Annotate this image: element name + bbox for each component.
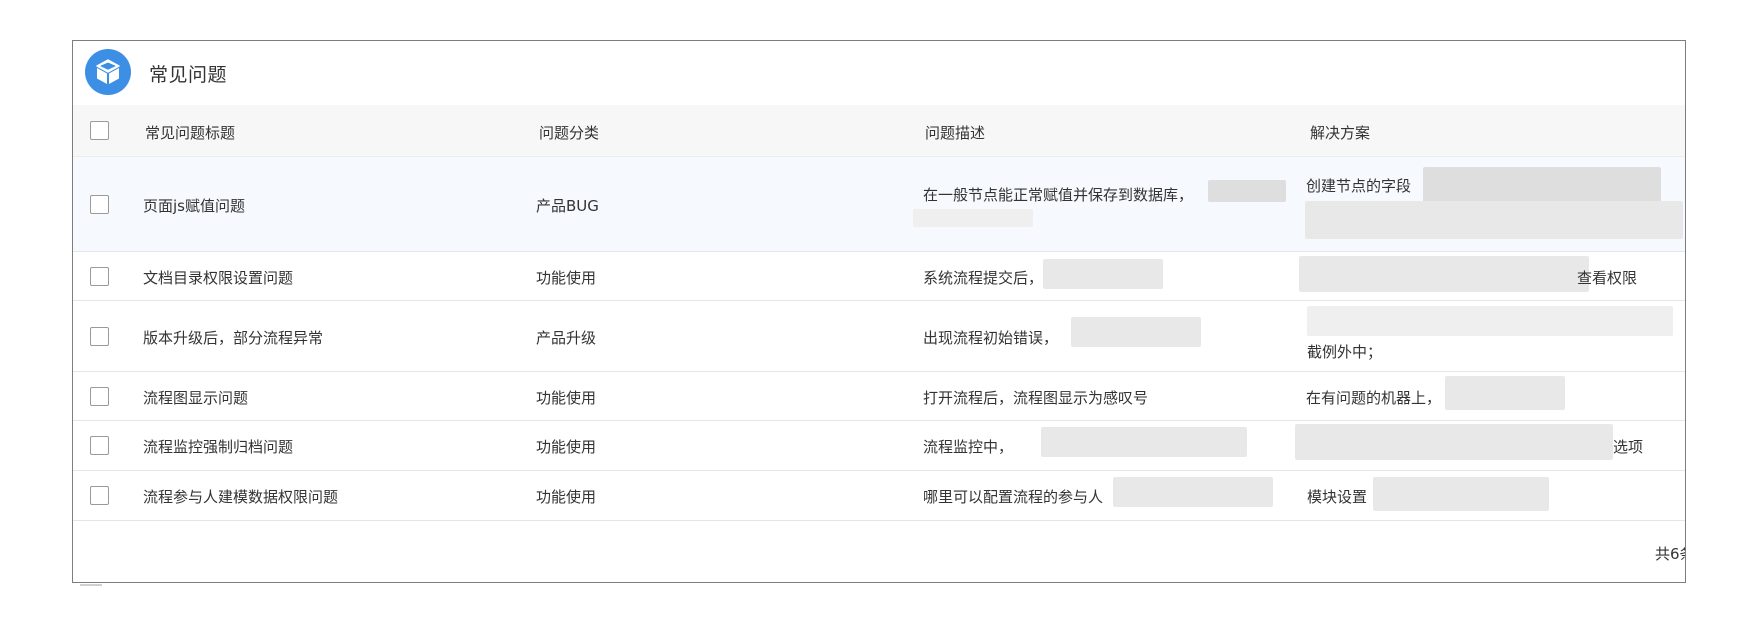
row-category: 功能使用 (536, 269, 597, 287)
table-row[interactable]: 流程参与人建模数据权限问题 功能使用 哪里可以配置流程的参与人 模块设置 (73, 471, 1685, 521)
row-title[interactable]: 页面js赋值问题 (143, 195, 245, 216)
table-footer (73, 523, 1685, 582)
redacted-text (1423, 167, 1661, 203)
row-checkbox[interactable] (90, 436, 109, 455)
table-header: 常见问题标题 问题分类 问题描述 解决方案 (73, 105, 1685, 157)
row-checkbox[interactable] (90, 195, 109, 214)
redacted-text (1071, 317, 1201, 347)
row-category: 产品BUG (536, 197, 599, 215)
total-count: 共6条 (1655, 545, 1685, 563)
row-checkbox[interactable] (90, 486, 109, 505)
page-title: 常见问题 (149, 64, 228, 86)
row-description: 出现流程初始错误， (923, 329, 1059, 347)
row-description: 打开流程后，流程图显示为感叹号 (923, 389, 1149, 407)
redacted-text (1208, 180, 1286, 202)
row-solution: 选项 (1613, 438, 1644, 456)
row-description: 在一般节点能正常赋值并保存到数据库， (923, 186, 1194, 204)
row-checkbox[interactable] (90, 267, 109, 286)
select-all-checkbox[interactable] (90, 121, 109, 140)
row-description: 流程监控中， (923, 438, 1014, 456)
row-category: 功能使用 (536, 438, 597, 456)
row-description: 哪里可以配置流程的参与人 (923, 488, 1104, 506)
redacted-text (1113, 477, 1273, 507)
column-header-category[interactable]: 问题分类 (539, 122, 599, 143)
column-header-description[interactable]: 问题描述 (925, 122, 985, 143)
faq-panel: 常见问题 常见问题标题 问题分类 问题描述 解决方案 页面js赋值问题 产品BU… (72, 40, 1686, 583)
table-row[interactable]: 页面js赋值问题 产品BUG 在一般节点能正常赋值并保存到数据库， 创建节点的字… (73, 157, 1685, 252)
row-solution: 查看权限 (1577, 269, 1638, 287)
row-solution: 截例外中； (1307, 343, 1383, 361)
row-title[interactable]: 流程监控强制归档问题 (143, 436, 293, 457)
redacted-text (1373, 477, 1549, 511)
table-row[interactable]: 流程图显示问题 功能使用 打开流程后，流程图显示为感叹号 在有问题的机器上， (73, 372, 1685, 421)
table-row[interactable]: 流程监控强制归档问题 功能使用 流程监控中， 选项 (73, 421, 1685, 471)
panel-header: 常见问题 (73, 41, 1685, 105)
redacted-text (1041, 427, 1247, 457)
row-title[interactable]: 流程图显示问题 (143, 387, 248, 408)
row-category: 产品升级 (536, 329, 597, 347)
row-category: 功能使用 (536, 389, 597, 407)
cube-icon (85, 49, 131, 95)
row-title[interactable]: 流程参与人建模数据权限问题 (143, 486, 338, 507)
redacted-text (1305, 201, 1683, 239)
column-header-solution[interactable]: 解决方案 (1310, 122, 1370, 143)
redacted-text (913, 209, 1033, 227)
row-checkbox[interactable] (90, 387, 109, 406)
row-title[interactable]: 版本升级后，部分流程异常 (143, 327, 323, 348)
redacted-text (1299, 256, 1589, 292)
table-row[interactable]: 文档目录权限设置问题 功能使用 系统流程提交后， 查看权限 (73, 252, 1685, 301)
redacted-text (1043, 259, 1163, 289)
row-title[interactable]: 文档目录权限设置问题 (143, 267, 293, 288)
redacted-text (1295, 424, 1613, 460)
column-header-title[interactable]: 常见问题标题 (145, 122, 235, 143)
row-solution: 创建节点的字段 (1306, 177, 1412, 195)
divider (80, 584, 102, 586)
row-solution: 在有问题的机器上， (1306, 389, 1442, 407)
row-description: 系统流程提交后， (923, 269, 1044, 287)
table-row[interactable]: 版本升级后，部分流程异常 产品升级 出现流程初始错误， 截例外中； (73, 301, 1685, 372)
row-solution: 模块设置 (1307, 488, 1368, 506)
redacted-text (1445, 376, 1565, 410)
row-checkbox[interactable] (90, 327, 109, 346)
redacted-text (1307, 306, 1673, 336)
row-category: 功能使用 (536, 488, 597, 506)
